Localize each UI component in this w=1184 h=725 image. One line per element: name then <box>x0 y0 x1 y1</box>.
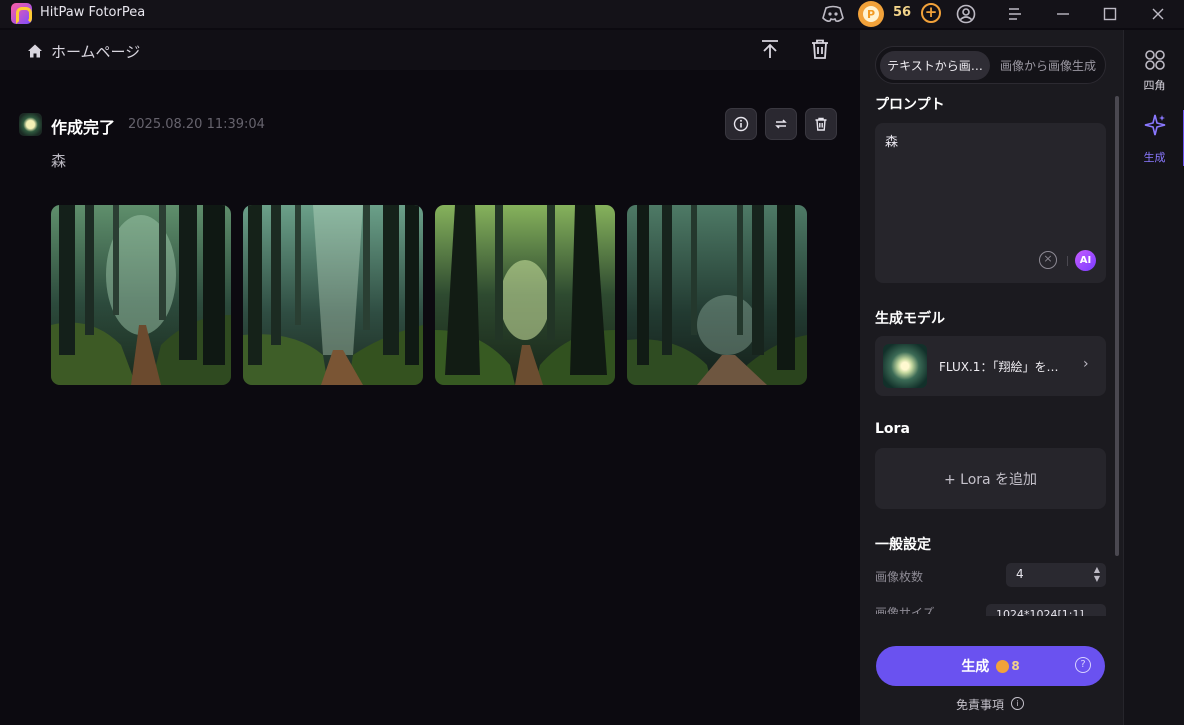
task-status: 作成完了 <box>51 118 116 137</box>
home-icon[interactable] <box>27 43 43 59</box>
regenerate-button[interactable] <box>765 108 797 140</box>
info-button[interactable] <box>725 108 757 140</box>
app-logo <box>11 3 32 24</box>
general-settings-title: 一般設定 <box>875 537 931 553</box>
add-coins-button[interactable]: + <box>921 3 941 23</box>
stepper-arrows-icon[interactable]: ▲ ▼ <box>1094 565 1100 583</box>
rail-item-label: 生成 <box>1143 151 1166 164</box>
tab-image-to-image[interactable]: 画像から画像生成 <box>993 51 1103 80</box>
account-icon[interactable] <box>954 2 978 26</box>
tab-text-to-image[interactable]: テキストから画… <box>880 51 990 80</box>
app-title: HitPaw FotorPea <box>40 5 146 20</box>
discord-icon[interactable] <box>821 2 845 26</box>
panel-scrollbar[interactable] <box>1115 96 1119 556</box>
clear-prompt-icon[interactable]: × <box>1039 251 1057 269</box>
right-rail: 四角 生成 <box>1123 30 1184 725</box>
generate-cost: 8 <box>1011 659 1020 673</box>
task-prompt: 森 <box>51 152 67 170</box>
coin-icon <box>996 659 1010 673</box>
divider <box>1067 256 1068 266</box>
lora-title: Lora <box>875 421 910 437</box>
prompt-input[interactable]: 森 × AI <box>875 123 1106 283</box>
disclaimer-link[interactable]: 免責事項 <box>956 696 1004 713</box>
generated-image-2[interactable] <box>243 205 423 385</box>
delete-all-icon[interactable] <box>809 38 831 60</box>
rail-item-generate[interactable]: 生成 <box>1124 110 1184 166</box>
minimize-icon[interactable] <box>1051 2 1075 26</box>
image-size-value: 1024*1024[1:1] <box>986 604 1106 616</box>
generated-image-1[interactable] <box>51 205 231 385</box>
info-icon[interactable]: i <box>1011 697 1024 710</box>
scroll-top-icon[interactable] <box>759 38 781 60</box>
maximize-icon[interactable] <box>1098 2 1122 26</box>
help-icon[interactable]: ? <box>1075 657 1091 673</box>
generate-button[interactable]: 生成 8 ? <box>876 646 1105 686</box>
image-size-label: 画像サイズ <box>875 606 935 614</box>
model-thumbnail <box>883 344 927 388</box>
delete-task-button[interactable] <box>805 108 837 140</box>
grid-icon <box>1145 50 1165 70</box>
task-avatar <box>19 113 42 136</box>
sparkle-icon <box>1144 114 1166 136</box>
add-lora-button[interactable]: + Lora を追加 <box>875 448 1106 509</box>
image-count-value: 4 <box>1016 567 1024 581</box>
title-bar: HitPaw FotorPea P 56 + <box>0 0 1184 28</box>
coin-count: 56 <box>893 5 912 20</box>
image-count-stepper[interactable]: 4 ▲ ▼ <box>1006 563 1106 587</box>
app-window: HitPaw FotorPea P 56 + ホームページ 作成完了 2025.… <box>0 0 1184 725</box>
menu-icon[interactable] <box>1003 2 1027 26</box>
image-size-select[interactable]: 1024*1024[1:1] <box>986 604 1106 616</box>
generated-image-4[interactable] <box>627 205 807 385</box>
settings-panel: テキストから画… 画像から画像生成 プロンプト 森 × AI 生成モデル FLU… <box>860 30 1123 725</box>
generate-label: 生成 <box>961 659 990 675</box>
task-timestamp: 2025.08.20 11:39:04 <box>128 117 265 132</box>
mode-tabs: テキストから画… 画像から画像生成 <box>875 46 1106 84</box>
rail-item-shapes[interactable]: 四角 <box>1124 38 1184 94</box>
rail-item-label: 四角 <box>1143 79 1166 92</box>
image-count-label: 画像枚数 <box>875 570 924 584</box>
chevron-right-icon: › <box>1083 356 1089 372</box>
breadcrumb-home[interactable]: ホームページ <box>51 41 140 62</box>
top-nav: ホームページ <box>0 30 860 70</box>
model-name: FLUX.1：「翔絵」を… <box>939 360 1059 374</box>
coin-icon[interactable]: P <box>858 1 884 27</box>
generated-image-3[interactable] <box>435 205 615 385</box>
model-title: 生成モデル <box>875 311 945 327</box>
prompt-value[interactable]: 森 <box>885 131 898 150</box>
model-selector[interactable]: FLUX.1：「翔絵」を… › <box>875 336 1106 396</box>
trash-icon <box>815 117 827 131</box>
regenerate-icon <box>775 119 787 129</box>
prompt-title: プロンプト <box>875 97 945 113</box>
info-icon <box>733 116 749 132</box>
close-icon[interactable] <box>1146 2 1170 26</box>
ai-prompt-button[interactable]: AI <box>1075 250 1096 271</box>
